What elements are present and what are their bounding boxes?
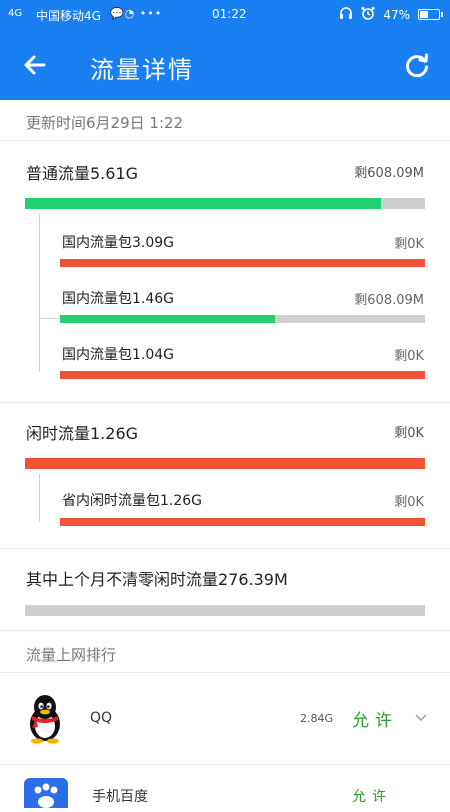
package-label: 国内流量包1.46G bbox=[62, 291, 175, 307]
package-remaining: 剩608.09M bbox=[354, 293, 424, 308]
back-button[interactable] bbox=[18, 48, 52, 82]
refresh-icon bbox=[406, 53, 428, 78]
package-bar bbox=[60, 315, 425, 323]
arrow-left-icon bbox=[24, 55, 46, 75]
ranking-title: 流量上网排行 bbox=[26, 646, 117, 664]
package-remaining: 剩0K bbox=[394, 237, 424, 252]
app-bar: 流量详情 bbox=[0, 30, 450, 100]
chevron-down-icon[interactable] bbox=[414, 710, 428, 724]
general-traffic-remaining: 剩608.09M bbox=[354, 166, 424, 181]
package-label: 省内闲时流量包1.26G bbox=[62, 493, 203, 509]
carrier-name: 中国移动4G bbox=[36, 9, 101, 23]
headphone-icon bbox=[339, 6, 353, 23]
permission-dropdown[interactable]: 允许 bbox=[352, 786, 392, 806]
package-label: 国内流量包1.04G bbox=[62, 347, 175, 363]
divider bbox=[0, 630, 450, 631]
idle-traffic-bar bbox=[25, 458, 425, 469]
divider bbox=[0, 764, 450, 765]
idle-traffic-label: 闲时流量1.26G bbox=[26, 424, 139, 443]
tree-line bbox=[39, 214, 40, 372]
package-bar-fill bbox=[60, 259, 425, 267]
app-name: QQ bbox=[90, 710, 113, 726]
package-bar-fill bbox=[60, 315, 276, 323]
update-time: 更新时间6月29日 1:22 bbox=[26, 114, 184, 132]
battery-icon bbox=[418, 9, 443, 20]
status-bar: 4G 中国移动4G 💬◔ ••• 01:22 47% bbox=[0, 0, 450, 30]
divider bbox=[0, 140, 450, 141]
package-bar bbox=[60, 371, 425, 379]
permission-dropdown[interactable]: 允许 bbox=[352, 706, 398, 731]
notification-icons: 💬◔ ••• bbox=[110, 7, 163, 20]
baidu-paw-icon bbox=[24, 778, 68, 808]
package-bar-fill bbox=[60, 518, 425, 526]
signal-indicator: 4G bbox=[8, 8, 23, 19]
package-bar bbox=[60, 518, 425, 526]
general-traffic-bar-fill bbox=[25, 198, 381, 209]
package-bar-fill bbox=[60, 371, 425, 379]
battery-fill bbox=[420, 11, 428, 18]
package-label: 国内流量包3.09G bbox=[62, 235, 175, 251]
idle-traffic-bar-fill bbox=[25, 458, 425, 469]
general-traffic-label: 普通流量5.61G bbox=[26, 164, 139, 183]
status-time: 01:22 bbox=[212, 7, 247, 21]
refresh-button[interactable] bbox=[400, 48, 434, 82]
package-remaining: 剩0K bbox=[394, 349, 424, 364]
page-title: 流量详情 bbox=[90, 56, 194, 84]
battery-percent: 47% bbox=[383, 7, 410, 22]
carryover-bar bbox=[25, 605, 425, 616]
package-remaining: 剩0K bbox=[394, 495, 424, 510]
qq-penguin-icon bbox=[24, 694, 66, 744]
carryover-label: 其中上个月不清零闲时流量276.39M bbox=[26, 570, 288, 589]
divider bbox=[0, 672, 450, 673]
divider bbox=[0, 402, 450, 403]
general-traffic-bar bbox=[25, 198, 425, 209]
app-name: 手机百度 bbox=[92, 789, 148, 805]
alarm-icon bbox=[361, 6, 375, 23]
app-usage: 2.84G bbox=[300, 712, 334, 725]
tree-branch bbox=[39, 318, 59, 319]
idle-traffic-remaining: 剩0K bbox=[394, 426, 424, 441]
tree-line bbox=[39, 474, 40, 522]
status-right: 47% bbox=[339, 6, 443, 23]
package-bar bbox=[60, 259, 425, 267]
divider bbox=[0, 548, 450, 549]
